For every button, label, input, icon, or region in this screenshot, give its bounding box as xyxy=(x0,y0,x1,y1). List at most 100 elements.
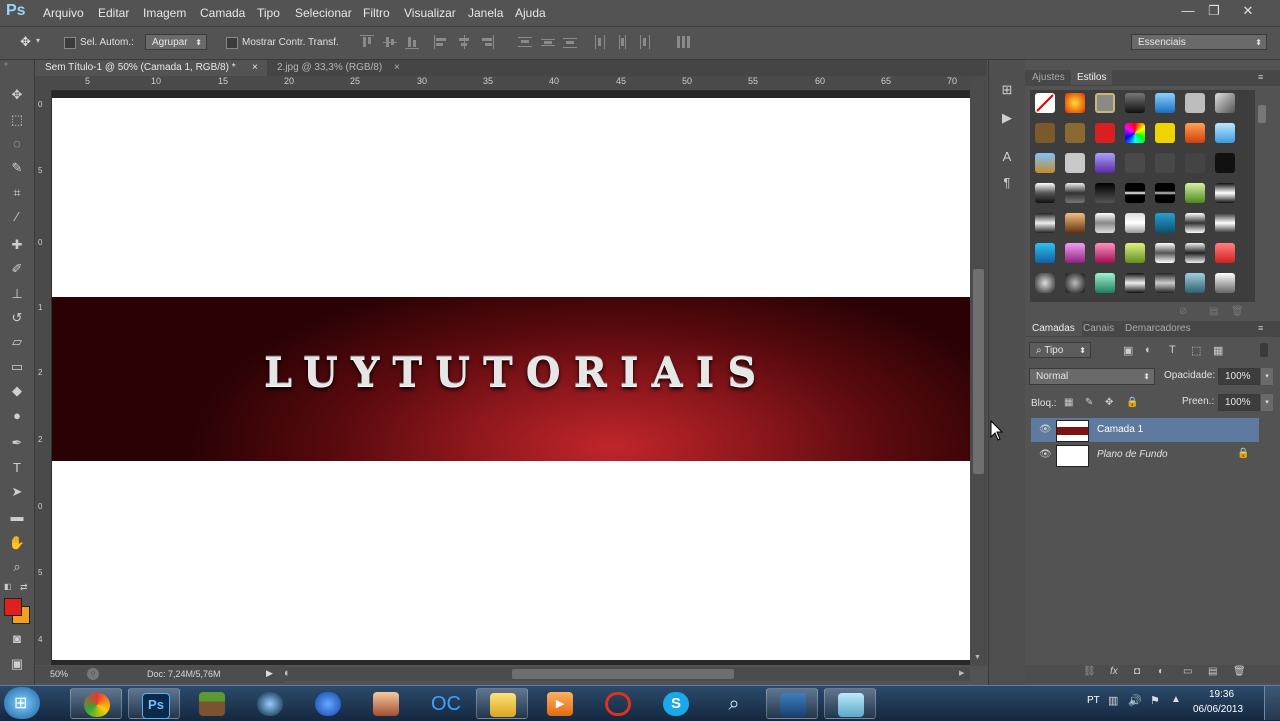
style-swatch[interactable] xyxy=(1065,183,1085,203)
dodge-tool-icon[interactable]: ● xyxy=(8,407,26,425)
style-swatch[interactable] xyxy=(1035,243,1055,263)
style-swatch[interactable] xyxy=(1035,183,1055,203)
tab-untitled[interactable]: Sem Título-1 @ 50% (Camada 1, RGB/8) * × xyxy=(35,60,267,76)
menu-imagem[interactable]: Imagem xyxy=(143,6,186,20)
stamp-tool-icon[interactable]: ⊥ xyxy=(8,285,26,303)
ruler-corner[interactable] xyxy=(35,76,52,90)
style-swatch[interactable] xyxy=(1215,273,1235,293)
fill-arrow-icon[interactable]: ▾ xyxy=(1261,394,1273,411)
history-brush-tool-icon[interactable]: ↺ xyxy=(8,309,26,327)
distribute-top-icon[interactable] xyxy=(518,35,532,49)
style-swatch[interactable] xyxy=(1035,153,1055,173)
lock-all-icon[interactable]: 🔒 xyxy=(1126,397,1138,408)
layer-mask-icon[interactable]: ◘ xyxy=(1134,666,1140,677)
align-bottom-icon[interactable] xyxy=(405,35,419,49)
align-top-icon[interactable] xyxy=(360,35,374,49)
vertical-scrollbar[interactable]: ▼ xyxy=(970,76,987,666)
gradient-tool-icon[interactable]: ▭ xyxy=(8,358,26,376)
taskbar-chrome[interactable] xyxy=(70,688,122,719)
move-tool-icon[interactable]: ✥ xyxy=(20,34,31,50)
style-swatch[interactable] xyxy=(1155,213,1175,233)
taskbar-film[interactable] xyxy=(766,688,818,719)
taskbar-color-app[interactable] xyxy=(592,688,644,719)
tray-volume-icon[interactable]: 🔊 xyxy=(1128,694,1142,707)
layers-menu-icon[interactable]: ≡ xyxy=(1258,323,1263,333)
clear-style-icon[interactable]: ⊘ xyxy=(1179,306,1187,317)
style-swatch[interactable] xyxy=(1215,153,1235,173)
eraser-tool-icon[interactable]: ▱ xyxy=(8,333,26,351)
clock-date[interactable]: 06/06/2013 xyxy=(1193,704,1243,715)
style-swatch[interactable] xyxy=(1155,93,1175,113)
move-tool-icon[interactable]: ✥ xyxy=(8,86,26,104)
style-swatch[interactable] xyxy=(1215,213,1235,233)
style-swatch[interactable] xyxy=(1065,153,1085,173)
blend-mode-select[interactable]: Normal ⬍ xyxy=(1029,368,1155,385)
lasso-tool-icon[interactable]: ◌ xyxy=(8,135,26,153)
filter-adjust-icon[interactable]: ◐ xyxy=(1145,344,1152,356)
vertical-scroll-thumb[interactable] xyxy=(973,269,984,474)
fill-field[interactable]: 100% xyxy=(1218,394,1260,411)
style-swatch[interactable] xyxy=(1155,273,1175,293)
paragraph-panel-icon[interactable]: ¶ xyxy=(999,175,1015,191)
start-button[interactable]: ⊞ xyxy=(4,687,40,719)
hand-tool-icon[interactable]: ✋ xyxy=(8,534,26,552)
close-icon[interactable]: ✕ xyxy=(1235,2,1261,20)
group-select[interactable]: Agrupar ⬍ xyxy=(145,34,207,50)
style-swatch[interactable] xyxy=(1155,183,1175,203)
show-transform-checkbox[interactable] xyxy=(226,37,238,49)
menu-janela[interactable]: Janela xyxy=(468,6,503,20)
blur-tool-icon[interactable]: ◆ xyxy=(8,382,26,400)
style-swatch[interactable] xyxy=(1155,243,1175,263)
minimize-icon[interactable]: — xyxy=(1175,2,1201,20)
menu-ajuda[interactable]: Ajuda xyxy=(515,6,546,20)
filter-type-icon[interactable]: T xyxy=(1169,344,1176,356)
style-swatch[interactable] xyxy=(1095,243,1115,263)
filter-toggle[interactable] xyxy=(1260,343,1268,357)
screen-mode-icon[interactable]: ▣ xyxy=(8,655,26,673)
collapse-tools-icon[interactable]: » xyxy=(4,61,8,68)
workspace-select[interactable]: Essenciais ⬍ xyxy=(1131,34,1267,50)
menu-filtro[interactable]: Filtro xyxy=(363,6,390,20)
style-swatch[interactable] xyxy=(1155,123,1175,143)
panel-menu-icon[interactable]: ≡ xyxy=(1258,72,1263,82)
close-tab-icon[interactable]: × xyxy=(252,60,258,76)
style-swatch[interactable] xyxy=(1125,123,1145,143)
style-swatch[interactable] xyxy=(1215,243,1235,263)
eyedropper-tool-icon[interactable]: ⁄ xyxy=(8,208,26,226)
tab-ajustes[interactable]: Ajustes xyxy=(1032,72,1065,83)
opacity-arrow-icon[interactable]: ▾ xyxy=(1261,368,1273,385)
align-hcenter-icon[interactable] xyxy=(457,35,471,49)
style-swatch[interactable] xyxy=(1065,213,1085,233)
style-swatch[interactable] xyxy=(1125,153,1145,173)
default-colors-icon[interactable]: ◧ xyxy=(4,582,12,591)
distribute-bottom-icon[interactable] xyxy=(563,35,577,49)
banner-layer[interactable]: LUYTUTORIAIS xyxy=(52,297,970,461)
delete-layer-icon[interactable]: 🗑 xyxy=(1233,666,1246,677)
taskbar-search[interactable]: ⌕ xyxy=(708,688,760,719)
horizontal-scroll-thumb[interactable] xyxy=(512,669,734,679)
adjustment-layer-icon[interactable]: ◐ xyxy=(1158,666,1164,677)
fx-icon[interactable]: fx xyxy=(1110,666,1118,677)
lock-position-icon[interactable]: ✥ xyxy=(1105,397,1113,408)
restore-icon[interactable]: ❐ xyxy=(1201,2,1227,20)
actions-panel-icon[interactable]: ▶ xyxy=(999,110,1015,126)
align-vcenter-icon[interactable] xyxy=(383,35,397,49)
layer-name[interactable]: Camada 1 xyxy=(1097,424,1143,435)
status-menu-arrow-icon[interactable]: ▶ xyxy=(266,668,273,679)
distribute-vcenter-icon[interactable] xyxy=(541,35,555,49)
style-swatch[interactable] xyxy=(1185,213,1205,233)
tab-2jpg[interactable]: 2.jpg @ 33,3% (RGB/8) × xyxy=(267,60,409,76)
filter-smart-icon[interactable]: ▦ xyxy=(1213,344,1223,357)
style-swatch[interactable] xyxy=(1125,93,1145,113)
taskbar-folder[interactable] xyxy=(476,688,528,719)
taskbar-notepad[interactable] xyxy=(824,688,876,719)
style-swatch[interactable] xyxy=(1065,123,1085,143)
distribute-hcenter-icon[interactable] xyxy=(615,35,629,49)
zoom-level[interactable]: 50% xyxy=(50,669,68,679)
new-style-icon[interactable]: ▤ xyxy=(1209,306,1218,317)
tab-demarcadores[interactable]: Demarcadores xyxy=(1125,323,1191,334)
type-tool-icon[interactable]: T xyxy=(8,459,26,477)
horizontal-ruler[interactable]: 5 10 15 20 25 30 35 40 45 50 55 60 65 70 xyxy=(52,76,970,91)
path-select-tool-icon[interactable]: ➤ xyxy=(8,483,26,501)
layer-name[interactable]: Plano de Fundo xyxy=(1097,449,1168,460)
